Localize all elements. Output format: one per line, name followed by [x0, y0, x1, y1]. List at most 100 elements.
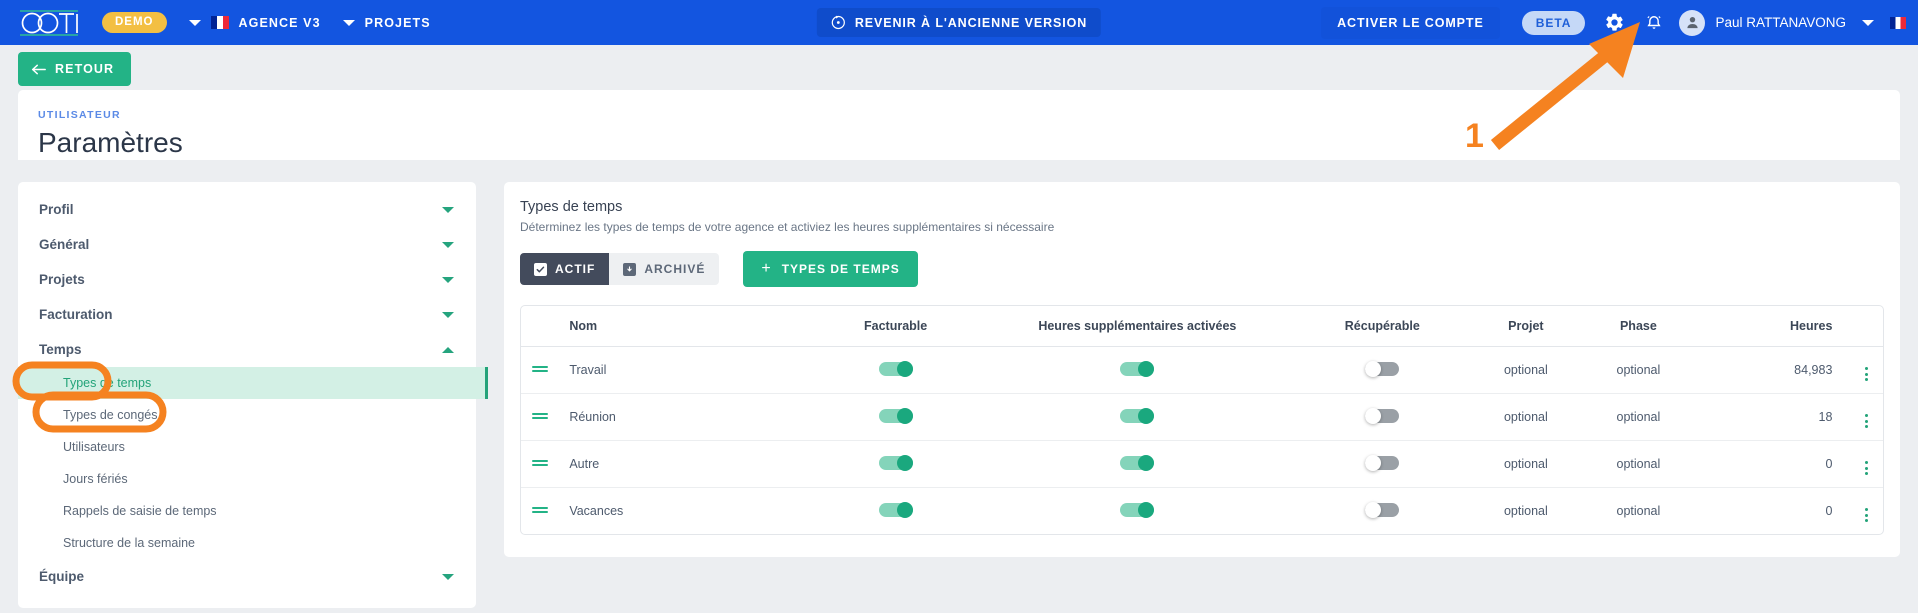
col-phase: Phase	[1582, 306, 1695, 347]
chevron-down-icon	[442, 311, 454, 318]
toggle-facturable[interactable]	[878, 454, 913, 471]
status-filter-group: ACTIF ARCHIVÉ	[520, 253, 720, 285]
username-label: Paul RATTANAVONG	[1715, 15, 1846, 30]
ooti-logo[interactable]	[18, 8, 92, 38]
sidebar-item-profil[interactable]: Profil	[18, 192, 476, 227]
cell-heures-supplementaires	[979, 440, 1295, 488]
user-menu-chevron-down-icon[interactable]	[1862, 19, 1874, 26]
language-flag-fr-icon[interactable]	[1890, 16, 1906, 29]
drag-handle-icon[interactable]	[532, 504, 549, 518]
more-options-icon[interactable]	[1865, 367, 1869, 381]
row-drag-handle-cell[interactable]	[521, 488, 559, 535]
topbar-right-group: ACTIVER LE COMPTE BETA Paul RATTANAVONG	[1321, 6, 1918, 39]
panel-subtitle: Déterminez les types de temps de votre a…	[520, 220, 1055, 234]
sidebar-item-temps[interactable]: Temps	[18, 332, 476, 367]
user-avatar[interactable]	[1679, 9, 1706, 36]
more-options-icon[interactable]	[1865, 461, 1869, 475]
cell-recuperable	[1294, 346, 1470, 394]
more-options-icon[interactable]	[1865, 508, 1869, 522]
toggle-heures-supplementaires[interactable]	[1120, 407, 1155, 424]
revert-to-old-version-button[interactable]: REVENIR À L'ANCIENNE VERSION	[816, 8, 1102, 37]
sidebar-item-projets[interactable]: Projets	[18, 262, 476, 297]
toggle-heures-supplementaires[interactable]	[1120, 501, 1155, 518]
cell-facturable	[811, 346, 980, 394]
chevron-down-icon	[442, 206, 454, 213]
table-header-row: Nom Facturable Heures supplémentaires ac…	[521, 306, 1883, 347]
content-area: Profil Général Projets Facturation Temps…	[18, 172, 1900, 613]
toggle-facturable[interactable]	[878, 501, 913, 518]
cell-projet: optional	[1469, 393, 1583, 441]
cell-nom: Autre	[559, 440, 812, 488]
sidebar-item-facturation[interactable]: Facturation	[18, 297, 476, 332]
cell-phase: optional	[1582, 440, 1695, 488]
page-header: UTILISATEUR Paramètres	[18, 90, 1900, 160]
sidebar-label: Équipe	[39, 569, 85, 584]
row-drag-handle-cell[interactable]	[521, 440, 560, 488]
table-body: Travail optional optional 84,983 Réunion…	[521, 346, 1883, 535]
projects-selector[interactable]: PROJETS	[342, 16, 431, 30]
sidebar-item-general[interactable]: Général	[18, 227, 476, 262]
add-types-de-temps-button[interactable]: + TYPES DE TEMPS	[743, 251, 918, 287]
more-options-icon[interactable]	[1865, 414, 1869, 428]
types-de-temps-table: Nom Facturable Heures supplémentaires ac…	[521, 306, 1883, 534]
sidebar-item-jours-feries[interactable]: Jours fériés	[18, 463, 476, 495]
cell-heures-supplementaires	[980, 488, 1295, 535]
toggle-heures-supplementaires[interactable]	[1120, 454, 1155, 471]
table-row: Réunion optional optional 18	[521, 393, 1883, 441]
settings-gear-button[interactable]	[1599, 8, 1629, 38]
toggle-recuperable[interactable]	[1365, 501, 1400, 518]
cell-row-menu[interactable]	[1850, 346, 1883, 394]
toggle-facturable[interactable]	[878, 360, 913, 377]
chevron-up-icon	[442, 346, 454, 353]
drag-handle-icon[interactable]	[532, 410, 549, 424]
table-row: Vacances optional optional 0	[521, 488, 1883, 535]
drag-handle-icon[interactable]	[532, 457, 549, 471]
chevron-down-icon	[442, 241, 454, 248]
cell-recuperable	[1295, 488, 1470, 535]
row-drag-handle-cell[interactable]	[521, 393, 560, 441]
cell-heures: 0	[1694, 440, 1851, 488]
cell-phase: optional	[1582, 346, 1695, 394]
topbar-left-group: DEMO AGENCE V3 PROJETS	[0, 0, 431, 45]
table-header: Nom Facturable Heures supplémentaires ac…	[521, 306, 1883, 347]
types-de-temps-table-wrapper: Nom Facturable Heures supplémentaires ac…	[520, 305, 1884, 535]
notifications-button[interactable]	[1639, 8, 1669, 38]
sidebar-item-structure-semaine[interactable]: Structure de la semaine	[18, 527, 476, 559]
filter-tab-actif[interactable]: ACTIF	[520, 253, 610, 285]
cell-row-menu[interactable]	[1850, 488, 1883, 535]
row-drag-handle-cell[interactable]	[521, 346, 560, 394]
cell-heures: 18	[1694, 393, 1851, 441]
activate-account-button[interactable]: ACTIVER LE COMPTE	[1321, 6, 1500, 39]
cell-nom: Travail	[559, 346, 812, 394]
drag-handle-icon[interactable]	[532, 363, 549, 377]
sidebar-item-types-de-temps[interactable]: Types de temps	[18, 367, 488, 399]
sidebar-item-rappels-saisie-temps[interactable]: Rappels de saisie de temps	[18, 495, 476, 527]
page-title: Paramètres	[38, 127, 183, 158]
cell-recuperable	[1294, 440, 1470, 488]
toggle-recuperable[interactable]	[1365, 454, 1400, 471]
toggle-recuperable[interactable]	[1365, 407, 1400, 424]
col-projet: Projet	[1469, 306, 1583, 347]
agency-selector[interactable]: AGENCE V3	[188, 16, 321, 30]
types-de-temps-panel: Types de temps Déterminez les types de t…	[504, 182, 1900, 557]
bell-icon	[1647, 15, 1662, 29]
back-button[interactable]: RETOUR	[18, 52, 132, 86]
col-heures-supplementaires: Heures supplémentaires activées	[979, 306, 1295, 347]
cell-row-menu[interactable]	[1850, 393, 1883, 441]
toggle-recuperable[interactable]	[1365, 360, 1400, 377]
toggle-heures-supplementaires[interactable]	[1120, 360, 1155, 377]
filter-actif-label: ACTIF	[555, 262, 596, 276]
toggle-facturable[interactable]	[878, 407, 913, 424]
sidebar-sublabel: Jours fériés	[63, 472, 128, 486]
cell-row-menu[interactable]	[1850, 440, 1883, 488]
col-heures: Heures	[1694, 306, 1851, 347]
sidebar-item-utilisateurs[interactable]: Utilisateurs	[18, 431, 476, 463]
ooti-logo-icon	[20, 9, 78, 36]
history-icon	[831, 15, 845, 30]
panel-controls: ACTIF ARCHIVÉ + TYPES DE TEMPS	[520, 251, 1884, 287]
sidebar-item-equipe[interactable]: Équipe	[18, 559, 476, 594]
sidebar-item-types-de-conges[interactable]: Types de congés	[18, 399, 476, 431]
cell-facturable	[811, 440, 980, 488]
beta-badge[interactable]: BETA	[1521, 10, 1586, 35]
filter-tab-archive[interactable]: ARCHIVÉ	[609, 253, 720, 285]
